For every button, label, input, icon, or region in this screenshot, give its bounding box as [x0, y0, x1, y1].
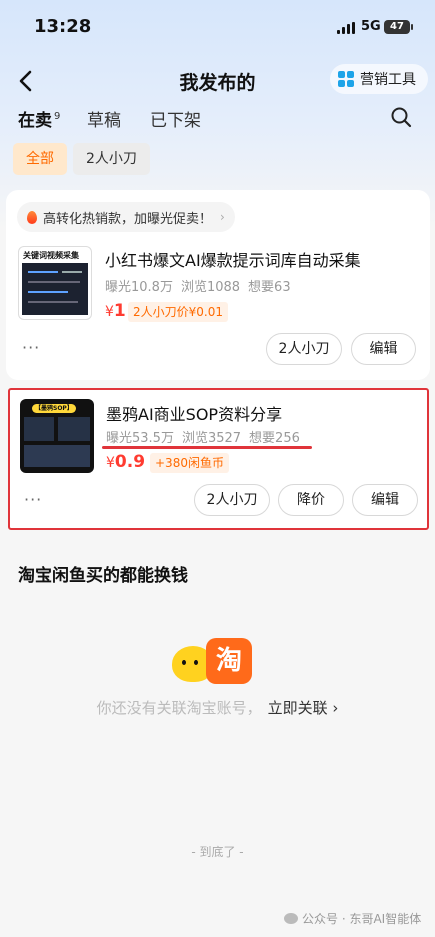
filter-all[interactable]: 全部	[13, 143, 67, 175]
coin-reward-tag: +380闲鱼币	[150, 453, 229, 473]
price-value: 0.9	[114, 452, 146, 472]
stat-views: 浏览1088	[180, 280, 241, 295]
chevron-right-icon: ›	[220, 210, 225, 224]
battery-icon: 47	[384, 20, 413, 34]
marketing-tools-button[interactable]: 营销工具	[330, 64, 428, 94]
tab-on-sale-label: 在卖	[18, 111, 52, 131]
tab-bar: 在卖 9 草稿 已下架	[0, 100, 435, 140]
marketing-tools-label: 营销工具	[360, 72, 416, 88]
status-time: 13:28	[34, 16, 92, 37]
item-card: 高转化热销款，加曝光促卖！ › 关键词视频采集 小红书爆文AI爆款提示词库自动采…	[6, 190, 430, 380]
edit-button[interactable]: 编辑	[351, 333, 416, 365]
promo-banner[interactable]: 高转化热销款，加曝光促卖！ ›	[17, 202, 235, 232]
item-title[interactable]: 墨鸦AI商业SOP资料分享	[106, 401, 282, 425]
stat-wants: 想要256	[249, 431, 300, 446]
promo-banner-text: 高转化热销款，加曝光促卖！	[43, 211, 213, 227]
bargain-button[interactable]: 2人小刀	[194, 484, 270, 516]
item-thumbnail[interactable]: 【墨鸦SOP】	[20, 399, 94, 473]
grid-icon	[338, 71, 354, 87]
stat-views: 浏览3527	[181, 431, 242, 446]
watermark: 公众号 · 东哥AI智能体	[284, 910, 421, 927]
thumbnail-image	[22, 263, 88, 315]
bargain-price-tag: 2人小刀价¥0.01	[128, 302, 228, 322]
stat-exposure: 曝光53.5万	[106, 431, 174, 446]
search-button[interactable]	[390, 106, 412, 128]
watermark-text: 公众号 · 东哥AI智能体	[302, 912, 422, 926]
thumbnail-text: 【墨鸦SOP】	[32, 404, 76, 413]
thumbnail-panel	[24, 445, 90, 467]
item-stats: 曝光53.5万 浏览3527 想要256	[106, 427, 308, 446]
taobao-mascot-logo: 淘	[172, 638, 256, 688]
thumbnail-text: 关键词视频采集	[23, 251, 79, 260]
bargain-button[interactable]: 2人小刀	[266, 333, 342, 365]
item-price: ¥0.9	[106, 452, 145, 472]
thumbnail-panel	[24, 417, 54, 441]
item-title[interactable]: 小红书爆文AI爆款提示词库自动采集	[105, 247, 361, 271]
more-icon[interactable]: ···	[24, 490, 42, 509]
taobao-bind-tip: 你还没有关联淘宝账号， 立即关联 ›	[0, 697, 435, 718]
reduce-price-button[interactable]: 降价	[278, 484, 344, 516]
more-icon[interactable]: ···	[22, 338, 40, 357]
item-card-highlighted: 【墨鸦SOP】 墨鸦AI商业SOP资料分享 曝光53.5万 浏览3527 想要256…	[8, 388, 429, 530]
bind-tip-text: 你还没有关联淘宝账号，	[96, 699, 262, 717]
price-symbol: ¥	[106, 455, 115, 471]
taobao-logo: 淘	[206, 638, 252, 684]
tab-removed[interactable]: 已下架	[150, 106, 201, 131]
signal-icon	[337, 22, 357, 34]
tab-on-sale[interactable]: 在卖 9	[18, 106, 61, 131]
end-of-list: - 到底了 -	[191, 845, 244, 859]
price-value: 1	[113, 301, 126, 321]
fire-icon	[27, 210, 37, 224]
price-symbol: ¥	[105, 304, 114, 320]
tab-drafts[interactable]: 草稿	[87, 106, 121, 131]
section-title: 淘宝闲鱼买的都能换钱	[18, 566, 188, 586]
status-bar: 13:28 5G 47	[0, 0, 435, 56]
wechat-icon	[284, 913, 298, 924]
stat-exposure: 曝光10.8万	[105, 280, 173, 295]
bind-now-link[interactable]: 立即关联 ›	[268, 699, 339, 717]
stat-wants: 想要63	[248, 280, 291, 295]
search-icon	[391, 107, 412, 128]
tab-on-sale-count: 9	[54, 111, 61, 123]
edit-button[interactable]: 编辑	[352, 484, 418, 516]
network-type: 5G	[361, 19, 381, 34]
item-price: ¥1	[105, 301, 126, 321]
item-stats: 曝光10.8万 浏览1088 想要63	[105, 276, 299, 295]
filter-two-person-bargain[interactable]: 2人小刀	[73, 143, 150, 175]
highlight-underline	[102, 446, 312, 449]
item-thumbnail[interactable]: 关键词视频采集	[18, 246, 92, 320]
thumbnail-panel	[58, 417, 90, 441]
